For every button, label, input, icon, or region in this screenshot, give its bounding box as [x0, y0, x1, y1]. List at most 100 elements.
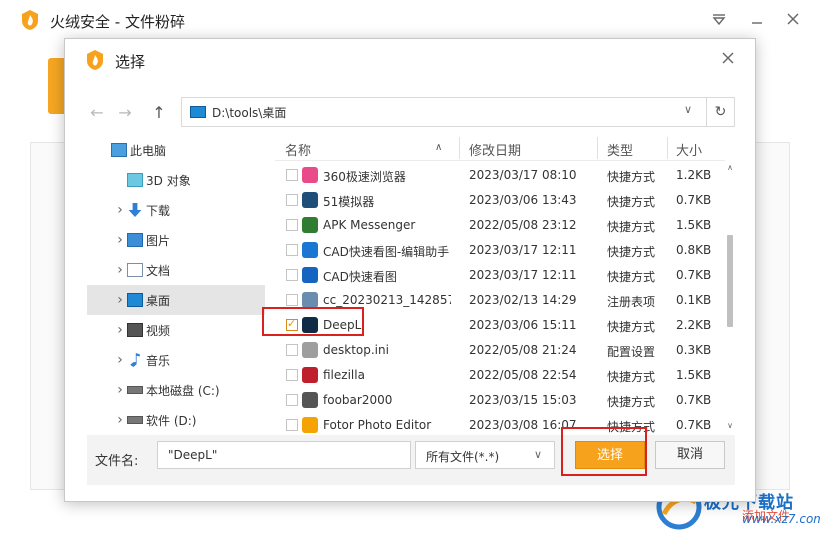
file-checkbox[interactable] — [286, 294, 298, 306]
file-size: 0.1KB — [676, 293, 712, 307]
chevron-right-icon[interactable]: › — [115, 262, 125, 278]
tree-item[interactable]: › 下载 — [87, 195, 265, 225]
tree-item[interactable]: › 桌面 — [87, 285, 265, 315]
file-checkbox[interactable] — [286, 219, 298, 231]
app-title: 火绒安全 - 文件粉碎 — [50, 13, 185, 31]
file-size: 0.3KB — [676, 343, 712, 357]
close-icon[interactable] — [782, 8, 804, 30]
filetype-select[interactable]: 所有文件(*.*) ∨ — [415, 441, 555, 469]
file-checkbox[interactable] — [286, 394, 298, 406]
file-checkbox[interactable] — [286, 344, 298, 356]
huorong-logo-icon — [87, 50, 103, 70]
documents-icon — [127, 263, 143, 277]
tree-item[interactable]: › 文档 — [87, 255, 265, 285]
minimize-icon[interactable] — [746, 8, 768, 30]
dialog-close-icon[interactable] — [719, 50, 737, 68]
cancel-button[interactable]: 取消 — [655, 441, 725, 469]
browser-360-icon — [302, 167, 318, 183]
up-arrow-icon[interactable]: ↑ — [149, 103, 169, 123]
cad-viewer-icon — [302, 267, 318, 283]
file-size: 0.7KB — [676, 393, 712, 407]
forward-arrow-icon[interactable]: → — [115, 103, 135, 123]
chevron-right-icon[interactable]: › — [115, 412, 125, 428]
refresh-icon[interactable]: ↻ — [707, 97, 735, 127]
column-type[interactable]: 类型 — [607, 140, 633, 159]
address-bar[interactable]: D:\tools\桌面 ∨ — [181, 97, 707, 127]
column-name[interactable]: 名称 — [285, 140, 311, 159]
menu-triangle-icon[interactable] — [708, 8, 730, 30]
file-row[interactable]: APK Messenger 2022/05/08 23:12 快捷方式 1.5KB — [275, 213, 725, 238]
file-row[interactable]: CAD快速看图 2023/03/17 12:11 快捷方式 0.7KB — [275, 263, 725, 288]
file-type: 快捷方式 — [607, 170, 656, 184]
file-date: 2022/05/08 22:54 — [469, 368, 577, 382]
file-checkbox[interactable] — [286, 369, 298, 381]
scroll-up-icon[interactable]: ∧ — [725, 163, 735, 173]
apk-messenger-icon — [302, 217, 318, 233]
file-size: 1.2KB — [676, 168, 712, 182]
file-row[interactable]: 51模拟器 2023/03/06 13:43 快捷方式 0.7KB — [275, 188, 725, 213]
file-checkbox[interactable] — [286, 269, 298, 281]
file-list-header: 名称 ∧ 修改日期 类型 大小 — [275, 135, 725, 161]
file-row[interactable]: foobar2000 2023/03/15 15:03 快捷方式 0.7KB — [275, 388, 725, 413]
tree-item-label: 本地磁盘 (C:) — [146, 383, 220, 398]
file-size: 1.5KB — [676, 218, 712, 232]
app-titlebar: 火绒安全 - 文件粉碎 — [0, 0, 820, 40]
file-type: 快捷方式 — [607, 245, 656, 259]
huorong-logo-icon — [22, 10, 38, 30]
column-date[interactable]: 修改日期 — [469, 140, 521, 159]
ini-file-icon — [302, 342, 318, 358]
file-date: 2022/05/08 23:12 — [469, 218, 577, 232]
file-date: 2023/03/17 12:11 — [469, 243, 577, 257]
chevron-down-icon[interactable]: ∨ — [684, 103, 692, 116]
file-type: 快捷方式 — [607, 195, 656, 209]
chevron-right-icon[interactable]: › — [115, 352, 125, 368]
file-row[interactable]: 360极速浏览器 2023/03/17 08:10 快捷方式 1.2KB — [275, 163, 725, 188]
highlight-box-select — [561, 427, 647, 476]
filetype-value: 所有文件(*.*) — [426, 450, 500, 464]
3d-objects-icon — [127, 173, 143, 187]
tree-item[interactable]: 3D 对象 — [87, 165, 265, 195]
file-size: 2.2KB — [676, 318, 712, 332]
file-name: APK Messenger — [323, 218, 416, 232]
chevron-right-icon[interactable]: › — [115, 382, 125, 398]
chevron-right-icon[interactable]: › — [115, 232, 125, 248]
chevron-right-icon[interactable]: › — [115, 202, 125, 218]
file-name: foobar2000 — [323, 393, 393, 407]
scroll-down-icon[interactable]: ∨ — [725, 421, 735, 431]
file-name: CAD快速看图-编辑助手 — [323, 245, 450, 259]
foobar-icon — [302, 392, 318, 408]
file-checkbox[interactable] — [286, 419, 298, 431]
download-icon — [128, 203, 142, 217]
chevron-right-icon[interactable]: › — [115, 292, 125, 308]
file-row[interactable]: filezilla 2022/05/08 22:54 快捷方式 1.5KB — [275, 363, 725, 388]
file-row[interactable]: Fotor Photo Editor 2023/03/08 16:07 快捷方式 0.… — [275, 413, 725, 433]
tree-item-label: 此电脑 — [130, 143, 167, 158]
file-type: 配置设置 — [607, 345, 656, 359]
filename-input[interactable]: "DeepL" — [157, 441, 411, 469]
file-row[interactable]: CAD快速看图-编辑助手 2023/03/17 12:11 快捷方式 0.8KB — [275, 238, 725, 263]
vertical-scrollbar[interactable]: ∧ ∨ — [725, 163, 735, 433]
tree-item[interactable]: › 软件 (D:) — [87, 405, 265, 433]
file-checkbox[interactable] — [286, 194, 298, 206]
scroll-thumb[interactable] — [727, 235, 733, 327]
column-size[interactable]: 大小 — [676, 140, 702, 159]
file-name: CAD快速看图 — [323, 270, 397, 284]
file-type: 快捷方式 — [607, 320, 656, 334]
file-row[interactable]: desktop.ini 2022/05/08 21:24 配置设置 0.3KB — [275, 338, 725, 363]
back-arrow-icon[interactable]: ← — [87, 103, 107, 123]
tree-item[interactable]: › 本地磁盘 (C:) — [87, 375, 265, 405]
file-date: 2022/05/08 21:24 — [469, 343, 577, 357]
tree-item[interactable]: › 音乐 — [87, 345, 265, 375]
tree-item[interactable]: › 图片 — [87, 225, 265, 255]
file-type: 快捷方式 — [607, 220, 656, 234]
file-checkbox[interactable] — [286, 169, 298, 181]
tree-item[interactable]: 此电脑 — [87, 135, 265, 165]
address-path: D:\tools\桌面 — [212, 106, 287, 120]
file-checkbox[interactable] — [286, 244, 298, 256]
file-name: desktop.ini — [323, 343, 389, 357]
file-list: 名称 ∧ 修改日期 类型 大小 360极速浏览器 2023/03/17 08:10… — [275, 135, 735, 433]
chevron-right-icon[interactable]: › — [115, 322, 125, 338]
tree-item-label: 视频 — [146, 323, 171, 338]
select-file-dialog: 选择 ← → ↑ D:\tools\桌面 ∨ ↻ 此电脑 3D 对象 › 下载 › 图片 ›… — [64, 38, 756, 502]
tree-item[interactable]: › 视频 — [87, 315, 265, 345]
